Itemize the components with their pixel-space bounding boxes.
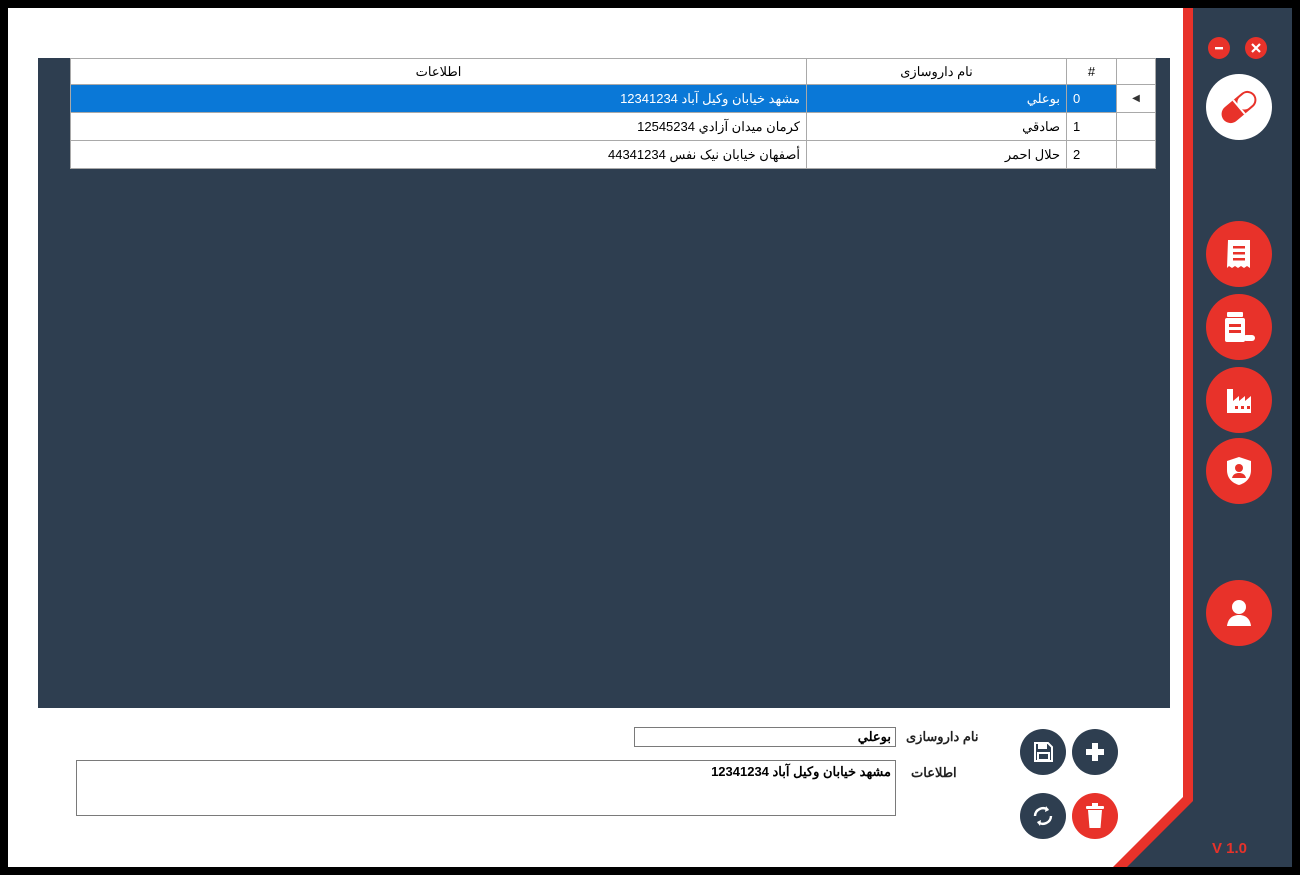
shield-user-icon — [1227, 457, 1251, 485]
refresh-icon — [1033, 806, 1053, 826]
cell-name[interactable]: بوعلي — [806, 84, 1067, 113]
delete-button[interactable] — [1072, 793, 1118, 839]
sidebar-panel — [1113, 8, 1292, 867]
column-header-rownum[interactable]: # — [1066, 58, 1117, 85]
data-grid-area: اطلاعات نام داروسازی # مشهد خيابان وكيل … — [38, 58, 1170, 708]
name-label: نام داروسازی — [906, 729, 979, 744]
add-button[interactable] — [1072, 729, 1118, 775]
cell-rownum[interactable]: 1 — [1066, 112, 1117, 141]
cell-info[interactable]: أصفهان خيابان نيک نفس 44341234 — [70, 140, 807, 169]
user-profile-button[interactable] — [1206, 580, 1272, 646]
nav-medicines-button[interactable] — [1206, 294, 1272, 360]
nav-prescriptions-button[interactable] — [1206, 221, 1272, 287]
version-label: V 1.0 — [1212, 840, 1248, 857]
cell-name[interactable]: صادقي — [806, 112, 1067, 141]
cell-rownum[interactable]: 0 — [1066, 84, 1117, 113]
prescription-icon — [1227, 240, 1250, 268]
column-header-name[interactable]: نام داروسازی — [806, 58, 1067, 85]
user-icon — [1227, 600, 1251, 626]
column-header-info[interactable]: اطلاعات — [70, 58, 807, 85]
table-row[interactable]: مشهد خيابان وكيل آباد 12341234 بوعلي 0 ◀ — [70, 84, 1156, 113]
medicine-icon — [1225, 312, 1255, 342]
pharmacy-grid[interactable]: اطلاعات نام داروسازی # مشهد خيابان وكيل … — [70, 58, 1156, 169]
close-button[interactable] — [1245, 37, 1267, 59]
info-input[interactable]: مشهد خيابان وكيل آباد 12341234 — [76, 760, 896, 816]
delete-icon — [1086, 803, 1104, 828]
cell-name[interactable]: حلال احمر — [806, 140, 1067, 169]
pill-icon — [1221, 90, 1257, 124]
save-icon — [1034, 742, 1053, 762]
minimize-button[interactable] — [1208, 37, 1230, 59]
close-icon — [1251, 43, 1261, 53]
cell-info[interactable]: كرمان ميدان آزادي 12545234 — [70, 112, 807, 141]
pharmacy-name-input[interactable] — [634, 727, 896, 747]
info-label: اطلاعات — [911, 765, 957, 780]
table-row[interactable]: كرمان ميدان آزادي 12545234 صادقي 1 — [70, 112, 1156, 141]
save-button[interactable] — [1020, 729, 1066, 775]
factory-icon — [1227, 389, 1251, 413]
grid-header-row: اطلاعات نام داروسازی # — [70, 58, 1156, 85]
nav-factories-button[interactable] — [1206, 367, 1272, 433]
nav-insurance-button[interactable] — [1206, 438, 1272, 504]
table-row[interactable]: أصفهان خيابان نيک نفس 44341234 حلال احمر… — [70, 140, 1156, 169]
cell-rownum[interactable]: 2 — [1066, 140, 1117, 169]
cell-info[interactable]: مشهد خيابان وكيل آباد 12341234 — [70, 84, 807, 113]
refresh-button[interactable] — [1020, 793, 1066, 839]
app-window: اطلاعات نام داروسازی # مشهد خيابان وكيل … — [8, 8, 1292, 867]
add-icon — [1086, 743, 1104, 761]
minimize-icon — [1215, 47, 1223, 50]
app-logo — [1206, 74, 1272, 140]
